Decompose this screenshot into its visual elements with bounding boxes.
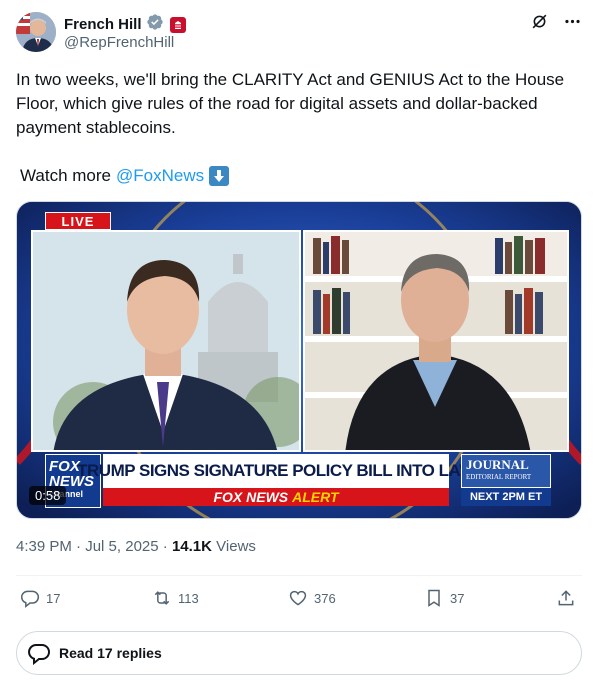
avatar[interactable] [16,12,56,52]
live-badge: LIVE [45,212,111,230]
grok-icon[interactable] [530,12,549,36]
header-actions [530,12,582,36]
alert-brand: FOX NEWS [213,489,289,505]
government-affiliation-icon[interactable] [169,16,186,33]
user-handle[interactable]: @RepFrenchHill [64,33,174,53]
chyron: FOX NEWS channel TRUMP SIGNS SIGNATURE P… [45,454,551,508]
heart-icon [289,590,307,606]
journal-promo: JOURNAL EDITORIAL REPORT [461,454,551,488]
journal-subtitle: EDITORIAL REPORT [466,473,532,481]
views-label: Views [216,538,256,555]
meta-dot: · [76,538,86,555]
read-replies-button[interactable]: Read 17 replies [16,631,582,675]
guest-panel [303,230,569,452]
bookmark-count: 37 [450,590,465,606]
next-show-time: NEXT 2PM ET [461,488,551,506]
like-button[interactable]: 376 [288,588,336,608]
reply-icon [20,590,40,608]
bookmark-icon [428,589,440,607]
share-button[interactable] [556,588,576,608]
bookmark-button[interactable]: 37 [424,588,464,608]
tweet-header: French Hill @RepFrenchHill [16,12,582,54]
watch-more-line: Watch more @FoxNews [20,164,230,188]
alert-bar: FOX NEWS ALERT [103,488,449,506]
tweet-time[interactable]: 4:39 PM [16,538,72,555]
tweet-text: In two weeks, we'll bring the CLARITY Ac… [16,70,565,137]
more-options-icon[interactable] [563,12,582,36]
reply-bubble-icon [28,644,50,665]
reply-count: 17 [46,590,61,606]
watch-more-text: Watch more [20,166,112,185]
action-bar: 17 113 376 37 [16,588,582,612]
repost-count: 113 [178,590,199,606]
share-icon [558,590,574,606]
divider [16,575,582,576]
tweet-date[interactable]: Jul 5, 2025 [85,538,158,555]
journal-title: JOURNAL [466,457,529,472]
repost-button[interactable]: 113 [152,588,199,608]
like-count: 376 [314,590,336,606]
meta-dot: · [162,538,172,555]
anchor-panel [31,230,301,452]
alert-word: ALERT [292,489,339,505]
tweet-meta: 4:39 PM · Jul 5, 2025 · 14.1K Views [16,537,256,557]
read-replies-label: Read 17 replies [59,645,162,661]
video-duration: 0:58 [29,486,67,505]
video-player[interactable]: LIVE FOX NEWS TRUMP SIGNS SIGNATURE POLI… [16,201,582,519]
display-name[interactable]: French Hill [64,15,142,35]
reply-button[interactable]: 17 [20,588,60,608]
repost-icon [154,591,170,605]
chyron-headline: TRUMP SIGNS SIGNATURE POLICY BILL INTO L… [77,454,475,488]
mention-link[interactable]: @FoxNews [116,164,204,188]
views-count: 14.1K [171,538,212,555]
down-arrow-emoji-icon [209,166,230,186]
